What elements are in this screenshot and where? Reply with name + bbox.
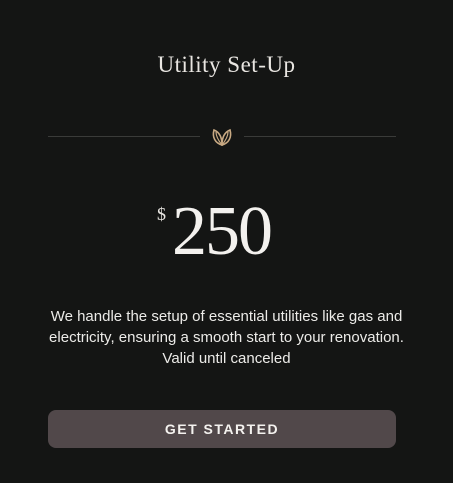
price-display: $ 250 <box>0 192 453 272</box>
currency-symbol: $ <box>157 204 166 224</box>
divider-line-right <box>244 136 396 137</box>
leaf-icon <box>212 128 232 147</box>
plan-title: Utility Set-Up <box>157 52 296 77</box>
ornamental-divider <box>48 125 396 149</box>
plan-description: We handle the setup of essential utiliti… <box>49 308 404 367</box>
divider-line-left <box>48 136 200 137</box>
pricing-card: Utility Set-Up $ 250 We handle the setup… <box>0 0 453 483</box>
get-started-button[interactable]: GET STARTED <box>48 410 396 448</box>
price-amount: 250 <box>172 193 273 270</box>
